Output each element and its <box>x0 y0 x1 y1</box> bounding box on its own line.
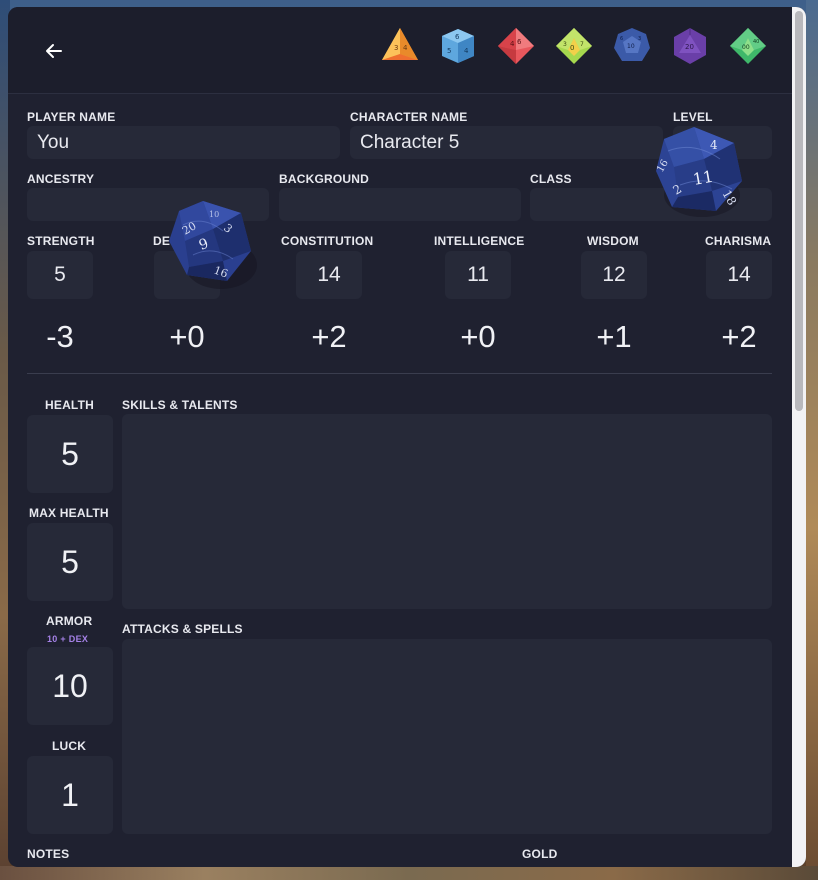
stat-label-charisma: CHARISMA <box>705 234 772 248</box>
stat-modifier-wisdom: +1 <box>596 319 632 354</box>
stat-value-constitution[interactable]: 14 <box>296 251 362 299</box>
svg-text:00: 00 <box>742 44 750 51</box>
svg-text:3: 3 <box>394 44 398 52</box>
d4-die-icon[interactable]: 3 4 <box>380 26 420 66</box>
svg-text:7: 7 <box>580 41 584 48</box>
rolling-die-face: 10 <box>209 210 219 219</box>
svg-text:10: 10 <box>627 43 635 50</box>
svg-text:4: 4 <box>510 40 515 48</box>
stat-modifier-strength: -3 <box>46 319 74 354</box>
arrow-left-icon <box>46 44 62 58</box>
background-field[interactable] <box>279 188 521 221</box>
stat-modifier-dexterity: +0 <box>169 319 205 354</box>
d8-die-icon[interactable]: 4 6 <box>496 26 536 66</box>
max-health-label: MAX HEALTH <box>29 506 109 520</box>
d100-die-icon[interactable]: 00 40 <box>728 26 768 66</box>
class-label: CLASS <box>530 172 572 186</box>
skills-talents-textarea[interactable] <box>122 414 772 609</box>
svg-text:6: 6 <box>455 33 460 41</box>
rolling-d20-die-icon: 4 11 16 2 18 <box>655 127 742 217</box>
notes-label: NOTES <box>27 847 70 861</box>
stat-modifier-constitution: +2 <box>311 319 347 354</box>
background-scenery-bottom <box>0 866 818 880</box>
gold-label: GOLD <box>522 847 558 861</box>
d20-die-icon[interactable]: 20 <box>670 26 710 66</box>
stat-label-strength: STRENGTH <box>27 234 95 248</box>
stat-modifier-charisma: +2 <box>721 319 757 354</box>
rolling-d20-die-icon: 20 9 3 16 10 <box>169 201 257 289</box>
stat-value-charisma[interactable]: 14 <box>706 251 772 299</box>
rolling-die-face: 11 <box>691 167 714 189</box>
svg-text:0: 0 <box>570 44 574 52</box>
stat-label-wisdom: WISDOM <box>587 234 639 248</box>
character-sheet-panel: 3 4 6 5 4 4 6 0 7 3 10 3 6 20 00 40 PLAY… <box>8 7 806 867</box>
svg-text:6: 6 <box>517 38 522 46</box>
armor-formula-label: 10 + DEX <box>47 634 89 644</box>
luck-label: LUCK <box>52 739 87 753</box>
svg-text:4: 4 <box>403 44 408 52</box>
d12-die-icon[interactable]: 10 3 6 <box>612 26 652 66</box>
character-name-label: CHARACTER NAME <box>350 110 468 124</box>
d10-die-icon[interactable]: 0 7 3 <box>554 26 594 66</box>
svg-text:3: 3 <box>563 41 567 48</box>
character-name-field[interactable]: Character 5 <box>350 126 663 159</box>
svg-text:20: 20 <box>685 43 694 51</box>
scrollbar-thumb[interactable] <box>795 11 803 411</box>
max-health-field[interactable]: 5 <box>27 523 113 601</box>
svg-text:4: 4 <box>464 47 469 55</box>
back-button[interactable] <box>38 35 70 67</box>
armor-label: ARMOR <box>46 614 93 628</box>
armor-field[interactable]: 10 <box>27 647 113 725</box>
background-label: BACKGROUND <box>279 172 369 186</box>
section-divider <box>27 373 772 374</box>
svg-text:6: 6 <box>620 36 623 42</box>
level-label: LEVEL <box>673 110 713 124</box>
attacks-spells-label: ATTACKS & SPELLS <box>122 622 243 636</box>
health-field[interactable]: 5 <box>27 415 113 493</box>
player-name-field[interactable]: You <box>27 126 340 159</box>
ancestry-label: ANCESTRY <box>27 172 95 186</box>
svg-text:3: 3 <box>638 36 641 42</box>
d6-die-icon[interactable]: 6 5 4 <box>438 26 478 66</box>
player-name-label: PLAYER NAME <box>27 110 116 124</box>
skills-talents-label: SKILLS & TALENTS <box>122 398 238 412</box>
health-label: HEALTH <box>45 398 94 412</box>
svg-text:5: 5 <box>447 47 451 55</box>
svg-text:40: 40 <box>753 39 759 45</box>
background-scenery-right <box>806 0 818 880</box>
stat-modifier-intelligence: +0 <box>460 319 496 354</box>
stat-label-intelligence: INTELLIGENCE <box>434 234 525 248</box>
stat-value-wisdom[interactable]: 12 <box>581 251 647 299</box>
stat-value-strength[interactable]: 5 <box>27 251 93 299</box>
stat-value-intelligence[interactable]: 11 <box>445 251 511 299</box>
top-bar: 3 4 6 5 4 4 6 0 7 3 10 3 6 20 00 40 <box>8 7 792 94</box>
rolling-die-face: 4 <box>710 138 718 152</box>
attacks-spells-textarea[interactable] <box>122 639 772 834</box>
luck-field[interactable]: 1 <box>27 756 113 834</box>
stat-label-constitution: CONSTITUTION <box>281 234 374 248</box>
